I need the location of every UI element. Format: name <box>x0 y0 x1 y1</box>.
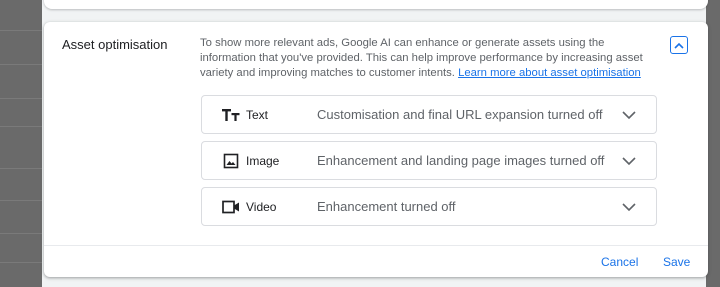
video-camera-icon <box>222 199 240 215</box>
save-button[interactable]: Save <box>663 255 690 269</box>
chevron-down-icon <box>622 157 636 166</box>
backdrop-right <box>706 0 720 287</box>
section-title: Asset optimisation <box>62 37 168 52</box>
asset-optimisation-card: Asset optimisation To show more relevant… <box>44 22 708 277</box>
asset-row-video[interactable]: Video Enhancement turned off <box>201 187 657 226</box>
learn-more-link[interactable]: Learn more about asset optimisation <box>458 67 641 79</box>
chevron-down-icon <box>622 203 636 212</box>
previous-card-edge <box>44 0 708 9</box>
asset-row-image[interactable]: Image Enhancement and landing page image… <box>201 141 657 180</box>
footer-divider <box>44 245 708 246</box>
asset-row-label: Image <box>246 153 280 168</box>
asset-row-text[interactable]: Text Customisation and final URL expansi… <box>201 95 657 134</box>
asset-row-label: Video <box>246 199 277 214</box>
chevron-up-icon <box>674 42 684 49</box>
asset-row-status: Enhancement and landing page images turn… <box>317 153 605 168</box>
settings-panel: Asset optimisation To show more relevant… <box>42 0 708 287</box>
chevron-down-icon <box>622 111 636 120</box>
backdrop-left <box>0 0 42 287</box>
asset-row-status: Enhancement turned off <box>317 199 456 214</box>
section-description: To show more relevant ads, Google AI can… <box>200 36 660 81</box>
asset-row-label: Text <box>246 107 269 122</box>
cancel-button[interactable]: Cancel <box>601 255 638 269</box>
collapse-button[interactable] <box>670 36 688 54</box>
image-icon <box>222 153 240 169</box>
asset-row-status: Customisation and final URL expansion tu… <box>317 107 603 122</box>
text-format-icon <box>222 107 240 123</box>
